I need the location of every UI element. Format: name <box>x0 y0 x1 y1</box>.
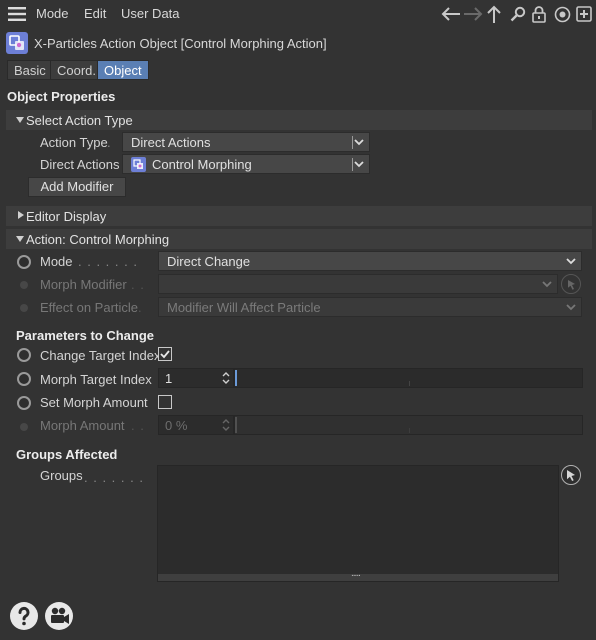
action-control-morphing-label: Action: Control Morphing <box>26 232 170 247</box>
bottom-toolbar <box>0 594 596 640</box>
action-type-dropdown[interactable]: Direct Actions <box>122 132 370 152</box>
direct-actions-value: Control Morphing <box>152 157 252 172</box>
direct-actions-dropdown[interactable]: Control Morphing <box>122 154 370 174</box>
object-properties-heading: Object Properties <box>7 89 116 104</box>
groups-pick-icon[interactable] <box>561 465 581 485</box>
slider-tick <box>409 428 410 433</box>
mode-animate-radio[interactable] <box>17 255 31 269</box>
slider-handle[interactable] <box>235 417 237 433</box>
chevron-down-icon <box>566 304 576 311</box>
morph-modifier-label: Morph Modifier <box>40 277 127 292</box>
morph-modifier-pick-icon[interactable] <box>561 274 581 294</box>
set-morph-amount-label: Set Morph Amount <box>40 395 148 410</box>
slider-tick <box>409 381 410 386</box>
groups-list[interactable]: ..... <box>157 465 559 582</box>
groups-label: Groups <box>40 468 83 483</box>
action-type-label: Action Type <box>40 135 108 150</box>
select-action-type-group-header[interactable]: Select Action Type <box>6 110 592 130</box>
effect-on-particle-animate-radio[interactable] <box>20 304 28 312</box>
select-action-type-label: Select Action Type <box>26 113 133 128</box>
morph-amount-value: 0 % <box>165 418 188 433</box>
stepper-arrows-icon[interactable] <box>221 370 231 386</box>
search-icon[interactable] <box>509 5 527 23</box>
chevron-down-icon <box>566 258 576 265</box>
effect-on-particle-dropdown[interactable]: Modifier Will Affect Particle <box>158 297 582 317</box>
change-target-index-animate-radio[interactable] <box>17 348 31 362</box>
menu-edit[interactable]: Edit <box>84 6 106 21</box>
expand-triangle-icon <box>18 211 24 219</box>
xparticles-action-object-icon <box>6 32 28 54</box>
morph-amount-label: Morph Amount <box>40 418 125 433</box>
up-arrow-icon[interactable] <box>486 4 502 24</box>
grip-dots: ..... <box>351 568 361 579</box>
mode-dots: . . . . . . . <box>78 254 138 269</box>
mode-label: Mode <box>40 254 73 269</box>
morph-modifier-link-field[interactable] <box>158 274 558 294</box>
set-morph-amount-checkbox[interactable] <box>158 395 172 409</box>
mode-dropdown[interactable]: Direct Change <box>158 251 582 271</box>
morph-amount-slider[interactable] <box>234 415 583 435</box>
parameters-heading: Parameters to Change <box>16 328 154 343</box>
tab-basic[interactable]: Basic <box>7 60 53 80</box>
menu-bar: Mode Edit User Data <box>0 0 596 28</box>
morph-target-index-slider[interactable] <box>234 368 583 388</box>
menu-user-data[interactable]: User Data <box>121 6 180 21</box>
morph-target-index-label: Morph Target Index <box>40 372 152 387</box>
morph-amount-field[interactable]: 0 % <box>158 415 234 435</box>
lock-icon[interactable] <box>531 5 547 23</box>
groups-affected-heading: Groups Affected <box>16 447 118 462</box>
slider-handle[interactable] <box>235 370 237 386</box>
groups-dots: . . . . . . . <box>84 470 144 485</box>
morph-target-index-value: 1 <box>165 371 173 386</box>
morph-amount-animate-radio[interactable] <box>20 423 28 431</box>
chevron-down-icon <box>354 139 364 146</box>
effect-on-particle-value: Modifier Will Affect Particle <box>167 300 321 315</box>
forward-arrow-icon[interactable] <box>463 5 483 23</box>
editor-display-group-header[interactable]: Editor Display <box>6 206 592 226</box>
hamburger-menu-icon[interactable] <box>8 6 26 22</box>
collapse-triangle-icon <box>16 117 24 123</box>
direct-actions-label: Direct Actions <box>40 157 120 172</box>
checkmark-icon <box>160 350 170 359</box>
editor-display-label: Editor Display <box>26 209 107 224</box>
set-morph-amount-animate-radio[interactable] <box>17 396 31 410</box>
menu-mode[interactable]: Mode <box>36 6 69 21</box>
change-target-index-checkbox[interactable] <box>158 347 172 361</box>
chevron-down-icon <box>354 161 364 168</box>
morph-target-index-field[interactable]: 1 <box>158 368 234 388</box>
morph-modifier-dots: . . <box>131 277 145 292</box>
resize-handle[interactable]: ..... <box>158 568 558 581</box>
change-target-index-label: Change Target Index <box>40 348 161 363</box>
action-type-value: Direct Actions <box>131 135 211 150</box>
effect-on-particle-label: Effect on Particle <box>40 300 139 315</box>
add-modifier-button[interactable]: Add Modifier <box>28 177 126 197</box>
morph-amount-dots: . . <box>131 418 145 433</box>
stepper-arrows-icon[interactable] <box>221 417 231 433</box>
tab-object[interactable]: Object <box>97 60 149 80</box>
control-morphing-icon <box>131 157 146 172</box>
record-icon[interactable] <box>45 602 73 630</box>
object-title: X-Particles Action Object [Control Morph… <box>34 36 327 51</box>
collapse-triangle-icon <box>16 236 24 242</box>
morph-target-index-animate-radio[interactable] <box>17 372 31 386</box>
effect-on-particle-dots: . <box>138 300 143 315</box>
mode-value: Direct Change <box>167 254 251 269</box>
action-control-morphing-group-header[interactable]: Action: Control Morphing <box>6 229 592 249</box>
chevron-down-icon <box>542 281 552 288</box>
action-type-dots: . <box>107 135 112 150</box>
morph-modifier-animate-radio[interactable] <box>20 281 28 289</box>
back-arrow-icon[interactable] <box>441 5 461 23</box>
tab-coord[interactable]: Coord. <box>50 60 104 80</box>
help-icon[interactable] <box>10 602 38 630</box>
target-icon[interactable] <box>553 5 571 23</box>
new-window-icon[interactable] <box>575 5 593 23</box>
